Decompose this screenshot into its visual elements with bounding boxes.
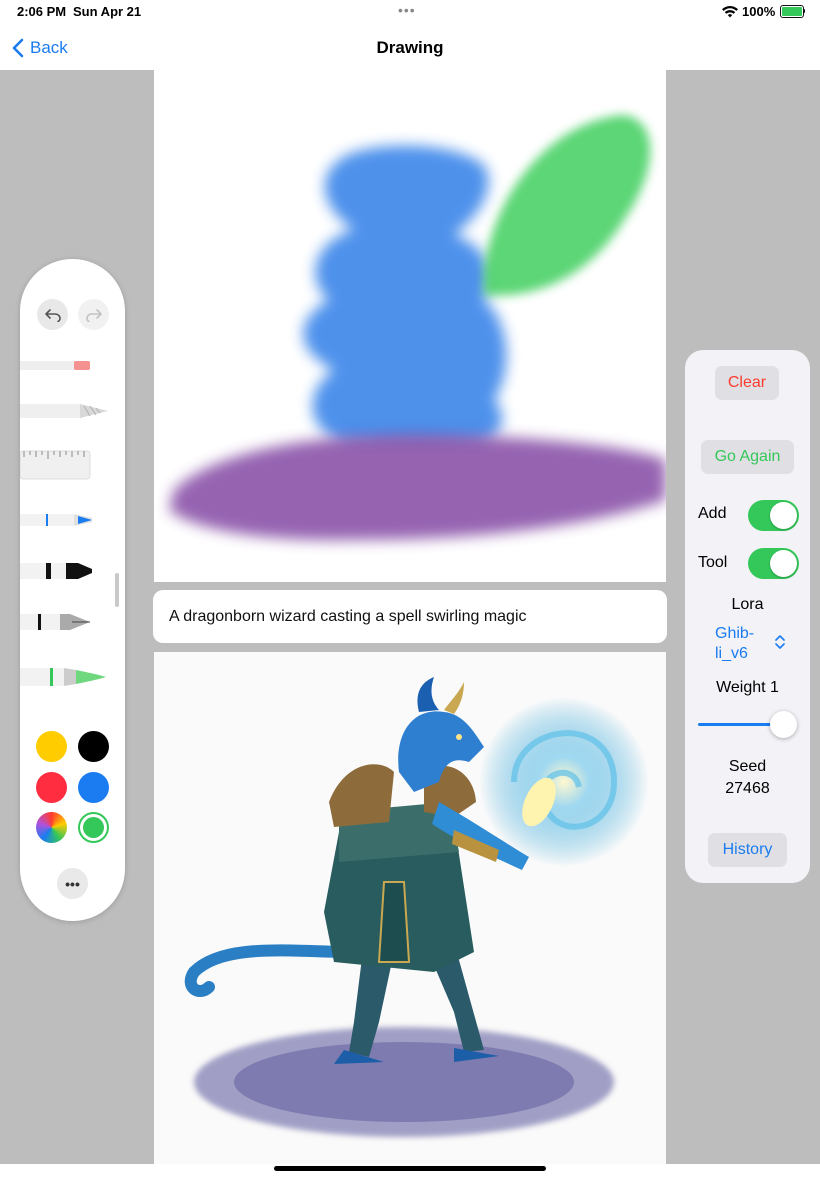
clear-button[interactable]: Clear [715,366,779,400]
ruler-tool-icon[interactable] [20,447,125,483]
dragonborn-wizard-illustration [184,677,649,1137]
add-label: Add [698,505,727,522]
prompt-text: A dragonborn wizard casting a spell swir… [169,607,527,625]
marker-tool-icon[interactable] [20,558,125,584]
monoline-pen-tool-icon[interactable] [20,509,125,531]
color-swatch-blue[interactable] [78,772,109,803]
multitasking-dots[interactable]: ••• [398,2,416,18]
undo-button[interactable] [37,299,68,330]
prompt-field[interactable]: A dragonborn wizard casting a spell swir… [153,590,667,643]
drawing-canvas[interactable] [154,70,666,582]
seed-value: 27468 [725,780,770,797]
home-indicator[interactable] [274,1166,546,1171]
history-button[interactable]: History [708,833,787,867]
battery-percentage: 100% [742,4,776,19]
status-time: 2:06 PM [17,4,67,19]
fountain-pen-tool-icon[interactable] [20,609,125,635]
add-toggle[interactable] [748,500,799,531]
color-swatch-green-selected[interactable] [78,812,109,843]
status-date: Sun Apr 21 [73,4,142,19]
battery-tip [803,9,805,13]
lora-picker[interactable]: Ghib- li_v6 [715,624,795,664]
color-swatch-yellow[interactable] [36,731,67,762]
palette-scroll-indicator[interactable] [115,573,119,607]
lora-label: Lora [731,596,764,613]
ellipsis-icon: ••• [65,875,80,892]
page-title: Drawing [376,38,444,57]
control-panel: Clear Go Again Add Tool Lora Ghib- li_v6… [685,350,810,883]
color-swatch-black[interactable] [78,731,109,762]
chevron-up-down-icon [775,635,785,649]
wifi-icon [722,6,738,18]
watercolor-brush-tool-icon[interactable] [20,662,125,692]
status-bar: 2:06 PM Sun Apr 21 ••• 100% [0,0,820,26]
undo-icon [44,308,61,322]
tool-label: Tool [698,554,728,571]
lasso-tool-icon[interactable] [20,399,125,423]
go-again-button[interactable]: Go Again [701,440,794,474]
color-swatch-red[interactable] [36,772,67,803]
navigation-bar: Back Drawing [0,26,820,70]
weight-slider-thumb[interactable] [770,711,797,738]
eraser-tool-icon[interactable] [20,359,125,373]
generated-image [154,652,666,1164]
weight-label: Weight 1 [716,679,779,696]
more-options-button[interactable]: ••• [57,868,88,899]
redo-button[interactable] [78,299,109,330]
sketch-strokes [169,115,666,541]
tool-palette: ••• [20,259,125,921]
battery-icon [780,5,804,18]
tool-toggle[interactable] [748,548,799,579]
seed-label: Seed [728,758,767,775]
redo-icon [85,308,102,322]
color-picker-spectrum-icon[interactable] [36,812,67,843]
